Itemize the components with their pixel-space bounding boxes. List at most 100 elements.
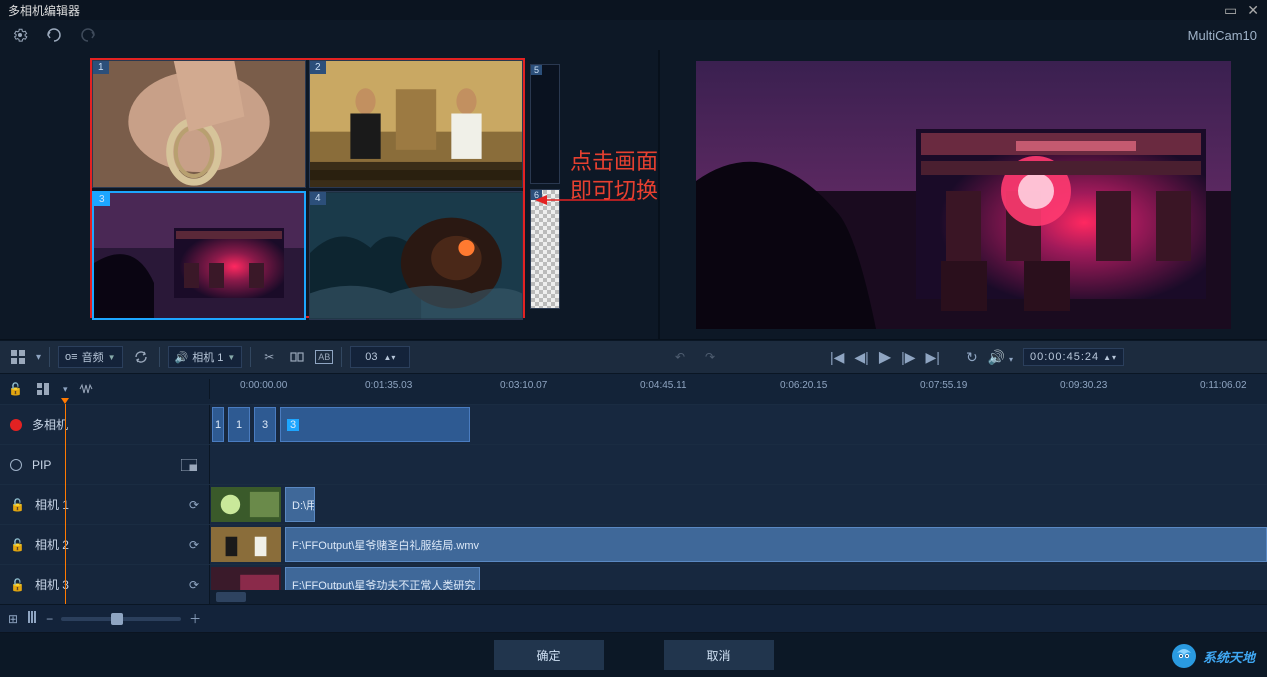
frame-counter[interactable]: 03▲▾ (350, 346, 410, 368)
extra-cam-column: 5 6 (530, 64, 560, 309)
scrollbar-thumb[interactable] (216, 592, 246, 602)
zoom-in-icon[interactable]: ＋ (189, 610, 201, 627)
track-label: 相机 2 (35, 536, 69, 553)
mc-seg[interactable]: 1 (228, 407, 250, 442)
zoom-out-icon[interactable]: − (46, 612, 53, 626)
grid-caret[interactable]: ▾ (36, 352, 41, 363)
camera-cell-3[interactable]: 3 (92, 191, 306, 320)
zoom-bar: ⊞ − ＋ (0, 604, 1267, 632)
loop-icon[interactable]: ↻ (966, 349, 978, 366)
camera-cell-5[interactable]: 5 (530, 64, 560, 184)
volume-icon[interactable]: 🔊 ▾ (988, 349, 1013, 366)
track-label: 相机 1 (35, 496, 69, 513)
history-back-icon[interactable]: ↶ (670, 347, 690, 367)
track-body-pip[interactable] (210, 445, 1267, 484)
timeline-header: 🔓 ▾ 0:00:00.00 0:01:35.03 0:03:10.07 0:0… (0, 374, 1267, 404)
time-ruler[interactable]: 0:00:00.00 0:01:35.03 0:03:10.07 0:04:45… (210, 374, 1267, 404)
pip-ring-icon[interactable] (10, 459, 22, 471)
clip-cam1[interactable]: D:\用 (285, 487, 315, 522)
lock-icon[interactable]: 🔓 (10, 538, 25, 552)
track-cam2: 🔓 相机 2 ⟳ F:\FFOutput\星爷赌圣白礼服结局.wmv (0, 524, 1267, 564)
lock-all-icon[interactable]: 🔓 (8, 382, 23, 396)
go-start-icon[interactable]: |◀ (830, 349, 844, 366)
record-dot-icon[interactable] (10, 419, 22, 431)
controls-bar: ▾ o≡ 音频 ▼ 🔊 相机 1 ▼ ✂ AB 03▲▾ ↶ ↷ |◀ ◀| ▶… (0, 340, 1267, 374)
document-tab: MultiCam10 (1188, 28, 1257, 43)
mc-seg[interactable]: 3 (254, 407, 276, 442)
camera-cell-1[interactable]: 1 (92, 60, 306, 188)
close-icon[interactable]: ✕ (1247, 2, 1259, 19)
cell-number: 4 (310, 192, 326, 205)
settings-icon[interactable] (10, 25, 30, 45)
track-body-cam2[interactable]: F:\FFOutput\星爷赌圣白礼服结局.wmv (210, 525, 1267, 564)
clip-cam2[interactable]: F:\FFOutput\星爷赌圣白礼服结局.wmv (285, 527, 1267, 562)
cell-number: 2 (310, 61, 326, 74)
mc-seg[interactable]: 3 (280, 407, 470, 442)
minimize-icon[interactable]: ▭ (1224, 2, 1237, 19)
zoom-slider[interactable] (61, 617, 181, 621)
camera-cell-4[interactable]: 4 (309, 191, 523, 320)
window-title: 多相机编辑器 (8, 2, 80, 19)
annotation-text: 点击画面 即可切换 (570, 148, 658, 205)
split-icon[interactable] (287, 347, 307, 367)
track-body-multicam[interactable]: 1 1 3 3 (210, 405, 1267, 444)
track-label: 相机 3 (35, 576, 69, 593)
timeline: 🔓 ▾ 0:00:00.00 0:01:35.03 0:03:10.07 0:0… (0, 374, 1267, 632)
multicam-grid-panel: 1 2 3 4 5 6 点击画面 即可切换 (0, 50, 658, 339)
titlebar: 多相机编辑器 ▭ ✕ (0, 0, 1267, 20)
clip-thumb[interactable] (210, 487, 282, 522)
refresh-icon[interactable]: ⟳ (189, 538, 199, 552)
playhead[interactable] (65, 404, 66, 604)
lock-icon[interactable]: 🔓 (10, 578, 25, 592)
audio-source-dropdown[interactable]: o≡ 音频 ▼ (58, 346, 122, 368)
playback-controls: |◀ ◀| ▶ |▶ ▶| (830, 347, 940, 367)
dialog-buttons: 确定 取消 系统天地 (0, 633, 1267, 677)
step-back-icon[interactable]: ◀| (854, 349, 868, 366)
refresh-icon[interactable]: ⟳ (189, 498, 199, 512)
lock-icon[interactable]: 🔓 (10, 498, 25, 512)
track-multicam: 多相机 1 1 3 3 (0, 404, 1267, 444)
track-options-icon[interactable] (33, 379, 53, 399)
redo-icon[interactable] (78, 25, 98, 45)
go-end-icon[interactable]: ▶| (926, 349, 940, 366)
track-body-cam1[interactable]: D:\用 (210, 485, 1267, 524)
ok-button[interactable]: 确定 (494, 640, 604, 670)
marker-icon[interactable] (26, 611, 38, 626)
toolbar: MultiCam10 (0, 20, 1267, 50)
text-box-icon[interactable]: AB (315, 350, 333, 364)
timecode-display[interactable]: 00:00:45:24▲▾ (1023, 348, 1124, 366)
track-pip: PIP (0, 444, 1267, 484)
fit-icon[interactable]: ⊞ (8, 612, 18, 626)
camera-grid: 1 2 3 4 (90, 58, 525, 318)
camera-cell-2[interactable]: 2 (309, 60, 523, 188)
logo-icon (1171, 643, 1197, 669)
clip-thumb[interactable] (210, 527, 282, 562)
step-fwd-icon[interactable]: |▶ (901, 349, 915, 366)
sync-audio-icon[interactable] (131, 347, 151, 367)
history-fwd-icon[interactable]: ↷ (700, 347, 720, 367)
cell-number: 3 (94, 193, 110, 206)
play-icon[interactable]: ▶ (879, 347, 891, 367)
watermark-logo: 系统天地 (1171, 643, 1255, 669)
camera-cell-6[interactable]: 6 (530, 189, 560, 309)
cut-icon[interactable]: ✂ (259, 347, 279, 367)
cell-number: 1 (93, 61, 109, 74)
cancel-button[interactable]: 取消 (664, 640, 774, 670)
track-cam1: 🔓 相机 1 ⟳ D:\用 (0, 484, 1267, 524)
zoom-knob[interactable] (111, 613, 123, 625)
preview-monitor[interactable] (696, 61, 1231, 329)
refresh-icon[interactable]: ⟳ (189, 578, 199, 592)
waveform-icon[interactable] (77, 379, 97, 399)
undo-icon[interactable] (44, 25, 64, 45)
grid-view-icon[interactable] (8, 347, 28, 367)
mc-seg[interactable]: 1 (212, 407, 224, 442)
camera-audio-dropdown[interactable]: 🔊 相机 1 ▼ (168, 346, 243, 368)
track-label: PIP (32, 458, 51, 472)
tracks-area: 多相机 1 1 3 3 PIP (0, 404, 1267, 604)
timeline-hscroll[interactable] (210, 590, 1267, 604)
window-controls: ▭ ✕ (1224, 2, 1259, 19)
logo-text: 系统天地 (1203, 647, 1255, 666)
track-label: 多相机 (32, 416, 68, 433)
track-options-caret[interactable]: ▾ (63, 384, 68, 395)
pip-mode-icon[interactable] (179, 455, 199, 475)
